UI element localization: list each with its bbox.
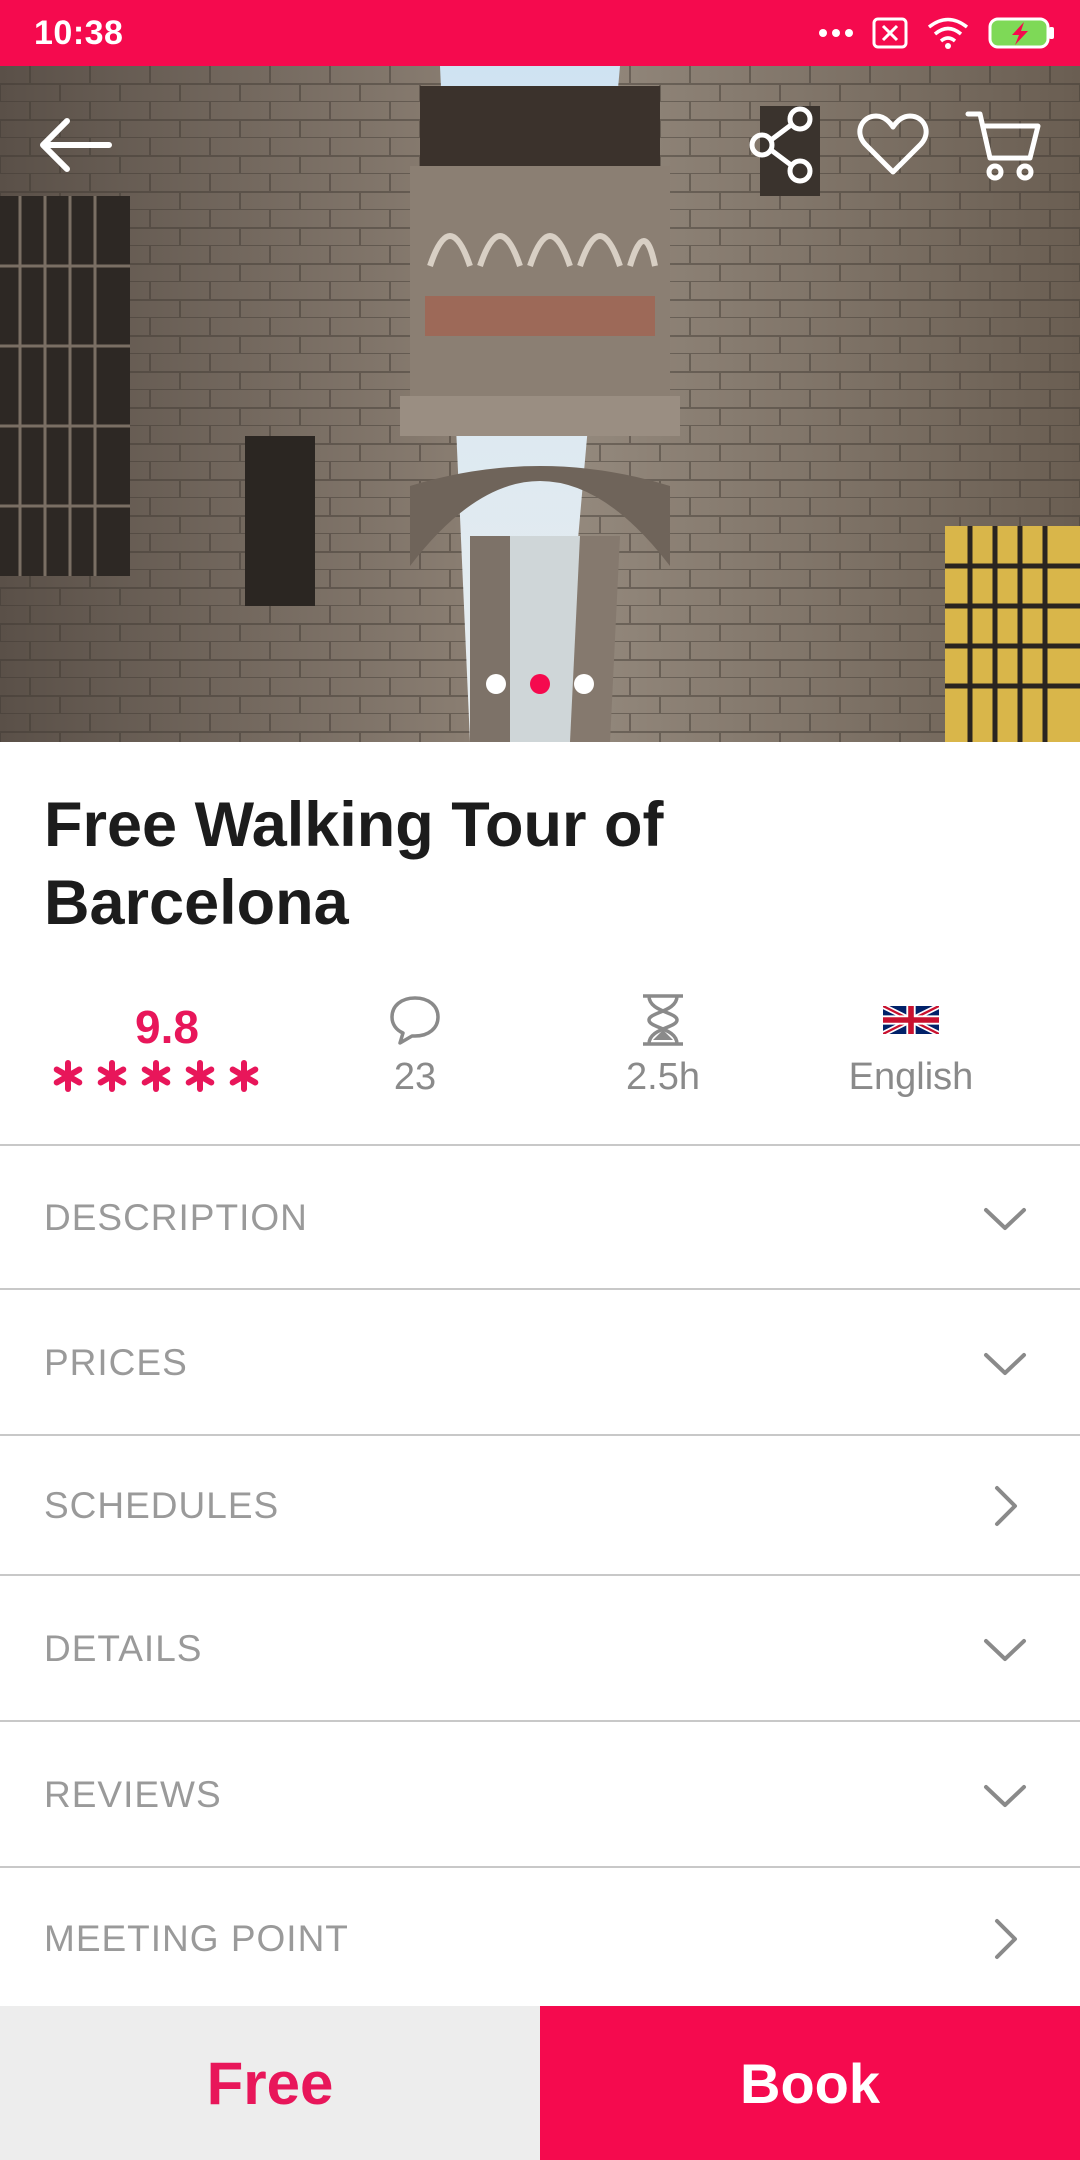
section-label: SCHEDULES (44, 1485, 280, 1526)
chevron-down-icon (980, 1770, 1030, 1820)
sim-blocked-icon (872, 17, 908, 49)
carousel-indicator (0, 674, 1080, 694)
language-value: English (848, 1056, 974, 1098)
star-icon (52, 1060, 84, 1097)
chevron-right-icon (980, 1914, 1030, 1964)
star-icon (228, 1060, 260, 1097)
chevron-down-icon (980, 1338, 1030, 1388)
tour-sections: DESCRIPTION PRICES SCHEDULES DETAILS REVIEWS… (0, 1144, 1080, 2008)
share-button[interactable] (738, 102, 828, 192)
wifi-icon (926, 16, 970, 50)
status-time: 10:38 (34, 14, 124, 52)
chevron-down-icon (980, 1624, 1030, 1674)
rating-stat: 9.8 (42, 980, 292, 1126)
chevron-down-icon (980, 1193, 1030, 1243)
carousel-dot[interactable] (530, 674, 550, 694)
section-label: REVIEWS (44, 1774, 222, 1815)
more-dots-icon (818, 27, 854, 39)
section-reviews[interactable]: REVIEWS (0, 1720, 1080, 1866)
duration-value: 2.5h (626, 1056, 700, 1098)
section-label: MEETING POINT (44, 1918, 349, 1959)
hourglass-icon (538, 990, 788, 1050)
cart-button[interactable] (958, 102, 1048, 192)
language-stat: English (786, 980, 1036, 1126)
section-prices[interactable]: PRICES (0, 1288, 1080, 1434)
chevron-right-icon (980, 1481, 1030, 1531)
reviews-stat[interactable]: 23 (290, 980, 540, 1126)
favorite-button[interactable] (848, 102, 938, 192)
battery-charging-icon (988, 17, 1056, 49)
section-meeting-point[interactable]: MEETING POINT (0, 1866, 1080, 2008)
share-icon (748, 105, 818, 190)
status-icons (818, 10, 1056, 56)
section-label: DETAILS (44, 1628, 203, 1669)
carousel-dot[interactable] (574, 674, 594, 694)
tour-title: Free Walking Tour of Barcelona (44, 790, 664, 938)
carousel-dot[interactable] (486, 674, 506, 694)
rating-value: 9.8 (135, 1001, 199, 1053)
book-button[interactable]: Book (540, 2006, 1080, 2160)
section-label: PRICES (44, 1342, 188, 1383)
section-label: DESCRIPTION (44, 1197, 308, 1238)
heart-icon (856, 112, 930, 183)
star-icon (140, 1060, 172, 1097)
rating-stars (52, 1060, 260, 1097)
bottom-bar: Free Book (0, 2006, 1080, 2160)
star-icon (184, 1060, 216, 1097)
price-label: Free (0, 2006, 540, 2160)
star-icon (96, 1060, 128, 1097)
reviews-count: 23 (393, 1056, 437, 1098)
section-description[interactable]: DESCRIPTION (0, 1144, 1080, 1288)
back-arrow-icon (35, 113, 115, 182)
status-bar: 10:38 (0, 0, 1080, 66)
section-schedules[interactable]: SCHEDULES (0, 1434, 1080, 1574)
duration-stat: 2.5h (538, 980, 788, 1126)
uk-flag-icon (786, 990, 1036, 1050)
back-button[interactable] (30, 102, 120, 192)
section-details[interactable]: DETAILS (0, 1574, 1080, 1720)
comment-icon (290, 990, 540, 1050)
cart-icon (964, 106, 1042, 189)
hero-image[interactable] (0, 66, 1080, 742)
tour-stats: 9.8 23 2.5h English (0, 980, 1080, 1126)
